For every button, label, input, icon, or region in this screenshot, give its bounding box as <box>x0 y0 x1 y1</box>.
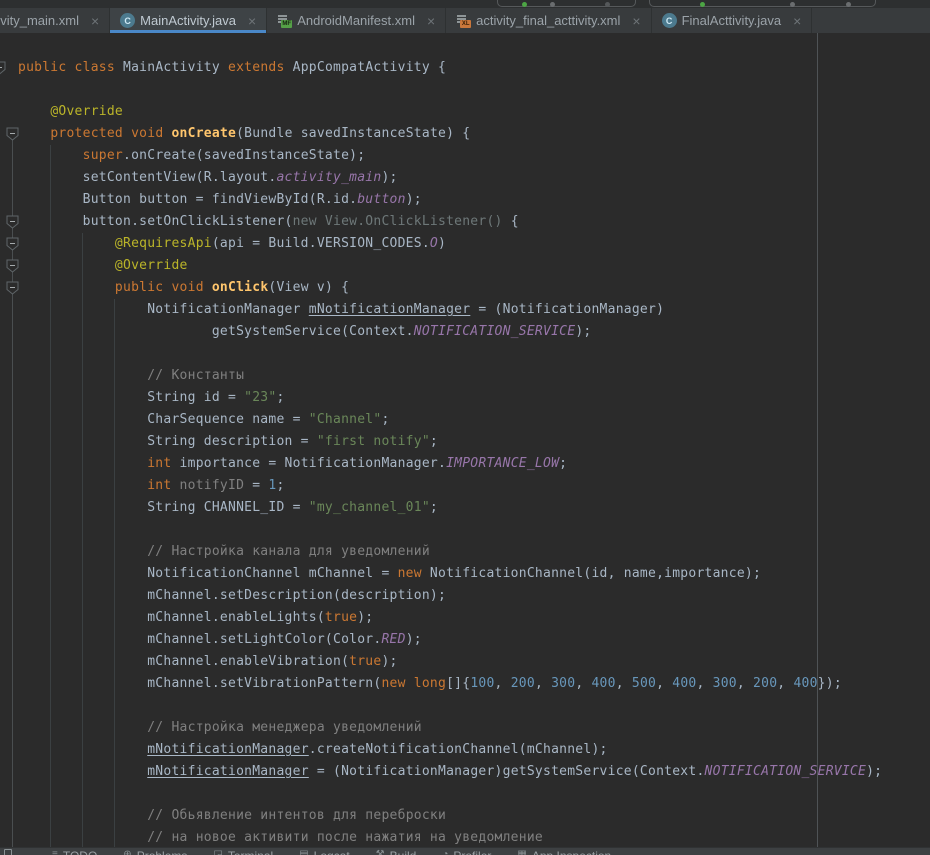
tool-window-label: TODO <box>63 849 97 855</box>
code-line[interactable] <box>18 695 930 717</box>
code-line[interactable] <box>18 79 930 101</box>
tab-activity_final_acttivity.xml[interactable]: XL activity_final_acttivity.xml × <box>446 8 651 33</box>
tool-window-label: Terminal <box>228 849 273 855</box>
tool-window-button-app-inspection[interactable]: ▦ App Inspection <box>517 849 611 855</box>
toolbar-icon[interactable] <box>605 2 610 7</box>
code-line[interactable]: // Константы <box>18 365 930 387</box>
tool-window-button-problems[interactable]: ⊕ Problems <box>123 849 187 855</box>
toolbar-button-group[interactable] <box>497 0 636 7</box>
code-line[interactable]: public class MainActivity extends AppCom… <box>18 57 930 79</box>
code-line[interactable]: mNotificationManager.createNotificationC… <box>18 739 930 761</box>
toolbar-icon[interactable] <box>550 2 555 7</box>
code-line[interactable]: mChannel.setDescription(description); <box>18 585 930 607</box>
tool-window-button-profiler[interactable]: ◔ Profiler <box>442 849 491 855</box>
close-tab-icon[interactable]: × <box>91 14 99 28</box>
run-icon[interactable] <box>522 2 527 7</box>
code-line[interactable]: mChannel.setLightColor(Color.RED); <box>18 629 930 651</box>
code-line[interactable]: // на новое активити после нажатия на ув… <box>18 827 930 847</box>
code-line[interactable]: int notifyID = 1; <box>18 475 930 497</box>
code-line[interactable] <box>18 343 930 365</box>
close-tab-icon[interactable]: × <box>632 14 640 28</box>
code-area[interactable]: public class MainActivity extends AppCom… <box>0 33 930 847</box>
code-line[interactable]: @Override <box>18 255 930 277</box>
toolbar-icon[interactable] <box>790 2 795 7</box>
tab-AndroidManifest.xml[interactable]: MF AndroidManifest.xml × <box>267 8 446 33</box>
code-line[interactable]: int importance = NotificationManager.IMP… <box>18 453 930 475</box>
code-line[interactable]: mChannel.setVibrationPattern(new long[]{… <box>18 673 930 695</box>
android-studio-window: XLactivity_main.xml×CMainActivity.java×M… <box>0 0 930 855</box>
tool-window-layout-icon[interactable] <box>4 849 12 855</box>
tab-FinalActtivity.java[interactable]: C FinalActtivity.java × <box>652 8 813 33</box>
logcat-icon: ▤ <box>299 849 308 855</box>
tab-label: activity_final_acttivity.xml <box>476 13 620 28</box>
tab-MainActivity.java[interactable]: C MainActivity.java × <box>110 8 267 33</box>
code-line[interactable] <box>18 783 930 805</box>
xml-layout-icon: XL <box>456 13 471 28</box>
editor-tab-bar: XLactivity_main.xml×CMainActivity.java×M… <box>0 8 930 33</box>
code-line[interactable]: // Настройка канала для уведомлений <box>18 541 930 563</box>
code-line[interactable]: CharSequence name = "Channel"; <box>18 409 930 431</box>
tab-label: FinalActtivity.java <box>682 13 781 28</box>
code-line[interactable]: getSystemService(Context.NOTIFICATION_SE… <box>18 321 930 343</box>
code-line[interactable]: String description = "first notify"; <box>18 431 930 453</box>
tool-window-label: Profiler <box>453 849 491 855</box>
code-line[interactable]: @RequiresApi(api = Build.VERSION_CODES.O… <box>18 233 930 255</box>
toolbar-icon[interactable] <box>846 2 851 7</box>
fold-collapse-icon[interactable] <box>6 127 19 141</box>
tool-window-button-todo[interactable]: ≡ TODO <box>52 849 97 855</box>
java-class-icon: C <box>120 13 135 28</box>
terminal-icon: ◲ <box>213 849 222 855</box>
tool-window-button-terminal[interactable]: ◲ Terminal <box>213 849 273 855</box>
code-line[interactable]: String CHANNEL_ID = "my_channel_01"; <box>18 497 930 519</box>
code-line[interactable]: mChannel.enableVibration(true); <box>18 651 930 673</box>
close-tab-icon[interactable]: × <box>248 14 256 28</box>
todo-icon: ≡ <box>52 849 58 855</box>
code-line[interactable]: mNotificationManager = (NotificationMana… <box>18 761 930 783</box>
tab-label: AndroidManifest.xml <box>297 13 415 28</box>
code-line[interactable]: public void onClick(View v) { <box>18 277 930 299</box>
tool-window-button-logcat[interactable]: ▤ Logcat <box>299 849 349 855</box>
code-line[interactable]: // Настройка менеджера уведомлений <box>18 717 930 739</box>
fold-collapse-icon[interactable] <box>6 237 19 251</box>
fold-collapse-icon[interactable] <box>0 61 6 75</box>
tool-window-label: App Inspection <box>532 849 611 855</box>
code-line[interactable]: mChannel.enableLights(true); <box>18 607 930 629</box>
code-line[interactable] <box>18 519 930 541</box>
main-toolbar <box>0 0 930 8</box>
code-line[interactable]: protected void onCreate(Bundle savedInst… <box>18 123 930 145</box>
code-line[interactable]: setContentView(R.layout.activity_main); <box>18 167 930 189</box>
tool-window-button-build[interactable]: ⚒ Build <box>376 849 417 855</box>
manifest-icon: MF <box>277 13 292 28</box>
tab-activity_main.xml[interactable]: XLactivity_main.xml× <box>0 8 110 33</box>
fold-collapse-icon[interactable] <box>6 259 19 273</box>
close-tab-icon[interactable]: × <box>427 14 435 28</box>
tab-label: MainActivity.java <box>140 13 236 28</box>
profiler-icon: ◔ <box>442 849 448 855</box>
fold-collapse-icon[interactable] <box>6 281 19 295</box>
close-tab-icon[interactable]: × <box>793 14 801 28</box>
app-inspection-icon: ▦ <box>517 849 526 855</box>
code-line[interactable]: NotificationManager mNotificationManager… <box>18 299 930 321</box>
code-line[interactable]: String id = "23"; <box>18 387 930 409</box>
tool-window-label: Logcat <box>314 849 350 855</box>
debug-icon[interactable] <box>700 2 705 7</box>
toolbar-button-group[interactable] <box>649 0 876 7</box>
code-line[interactable]: Button button = findViewById(R.id.button… <box>18 189 930 211</box>
code-line[interactable]: super.onCreate(savedInstanceState); <box>18 145 930 167</box>
code-line[interactable]: button.setOnClickListener(new View.OnCli… <box>18 211 930 233</box>
problems-icon: ⊕ <box>123 849 131 855</box>
code-line[interactable]: @Override <box>18 101 930 123</box>
fold-collapse-icon[interactable] <box>6 215 19 229</box>
tool-window-bar: ≡ TODO ⊕ Problems ◲ Terminal ▤ Logcat ⚒ Build ◔ Pro… <box>0 847 930 855</box>
tool-window-label: Problems <box>137 849 188 855</box>
tab-label: activity_main.xml <box>0 13 79 28</box>
code-line[interactable]: // Обьявление интентов для переброски <box>18 805 930 827</box>
code-editor[interactable]: public class MainActivity extends AppCom… <box>0 33 930 847</box>
build-icon: ⚒ <box>376 849 385 855</box>
java-class-icon: C <box>662 13 677 28</box>
tool-window-label: Build <box>390 849 417 855</box>
code-line[interactable]: NotificationChannel mChannel = new Notif… <box>18 563 930 585</box>
